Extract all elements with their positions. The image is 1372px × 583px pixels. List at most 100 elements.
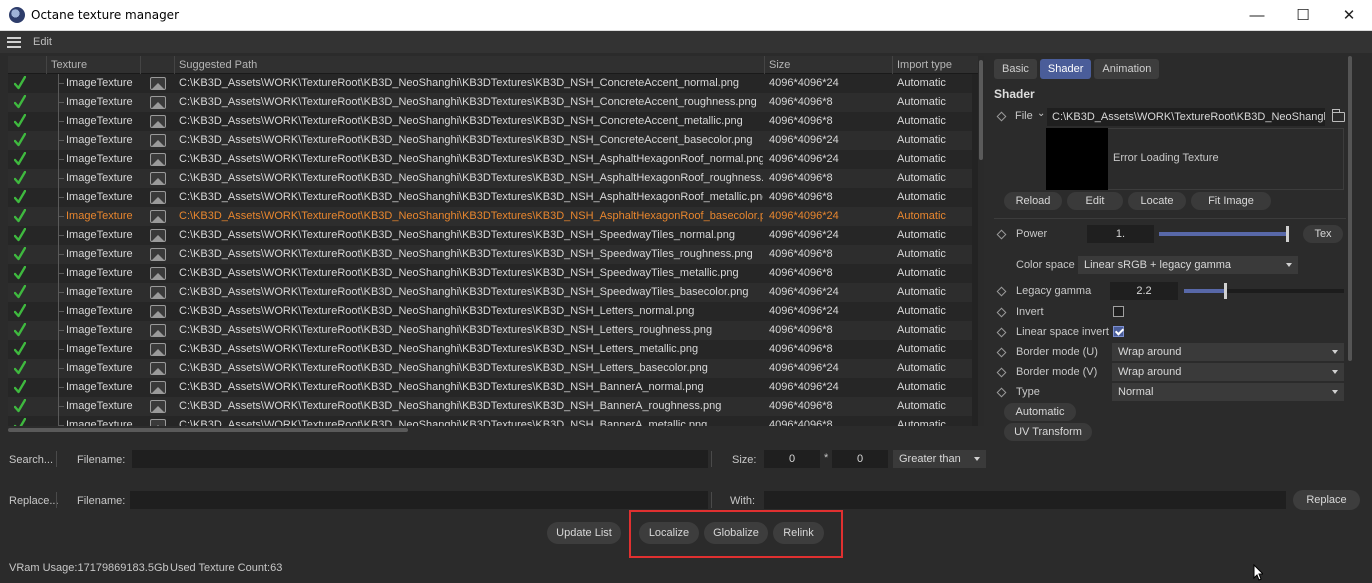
keyframe-diamond-icon[interactable] [996,387,1007,398]
table-row[interactable]: ImageTexture C:\KB3D_Assets\WORK\TextureR… [8,93,972,112]
table-row[interactable]: ImageTexture C:\KB3D_Assets\WORK\TextureR… [8,321,972,340]
table-row[interactable]: ImageTexture C:\KB3D_Assets\WORK\TextureR… [8,283,972,302]
invert-checkbox[interactable] [1113,306,1124,317]
power-slider[interactable] [1159,226,1289,242]
image-icon [150,134,166,147]
panel-scrollbar[interactable] [1348,56,1352,361]
column-header-suggested-path[interactable]: Suggested Path [174,56,766,74]
table-row[interactable]: ImageTexture C:\KB3D_Assets\WORK\TextureR… [8,245,972,264]
table-horizontal-scrollbar[interactable] [8,428,408,432]
power-slider-knob[interactable] [1286,226,1289,242]
table-row[interactable]: ImageTexture C:\KB3D_Assets\WORK\TextureR… [8,131,972,150]
border-mode-u-dropdown[interactable]: Wrap around [1112,343,1344,361]
table-row[interactable]: ImageTexture C:\KB3D_Assets\WORK\TextureR… [8,207,972,226]
suggested-path-cell: C:\KB3D_Assets\WORK\TextureRoot\KB3D_Neo… [179,210,763,222]
tab-shader[interactable]: Shader [1039,59,1092,79]
texture-name-cell: ImageTexture [66,115,133,127]
replace-with-input[interactable] [764,491,1286,509]
hamburger-menu-icon[interactable] [7,36,21,48]
folder-icon[interactable] [1332,109,1345,122]
table-vertical-scrollbar[interactable] [978,56,984,426]
image-icon [150,419,166,426]
divider [56,492,57,508]
table-row[interactable]: ImageTexture C:\KB3D_Assets\WORK\TextureR… [8,226,972,245]
legacy-gamma-slider-knob[interactable] [1224,283,1228,299]
power-input[interactable]: 1. [1087,225,1154,243]
replace-filename-input[interactable] [130,491,708,509]
size-compare-dropdown[interactable]: Greater than [893,450,986,468]
size-cell: 4096*4096*24 [769,305,839,317]
image-icon [150,400,166,413]
column-header-import-type[interactable]: Import type [892,56,978,74]
search-filename-input[interactable] [132,450,708,468]
import-type-cell: Automatic [897,267,946,279]
column-header-size[interactable]: Size [764,56,894,74]
table-row[interactable]: ImageTexture C:\KB3D_Assets\WORK\TextureR… [8,340,972,359]
table-row[interactable]: ImageTexture C:\KB3D_Assets\WORK\TextureR… [8,188,972,207]
replace-button[interactable]: Replace [1293,490,1360,510]
tab-animation[interactable]: Animation [1094,59,1160,79]
column-header-texture[interactable]: Texture [46,56,146,74]
border-mode-v-dropdown[interactable]: Wrap around [1112,363,1344,381]
file-path-field[interactable]: C:\KB3D_Assets\WORK\TextureRoot\KB3D_Neo… [1047,108,1325,126]
menu-edit[interactable]: Edit [33,36,52,48]
image-icon [150,172,166,185]
table-row[interactable]: ImageTexture C:\KB3D_Assets\WORK\TextureR… [8,264,972,283]
table-row[interactable]: ImageTexture C:\KB3D_Assets\WORK\TextureR… [8,359,972,378]
automatic-button[interactable]: Automatic [1004,403,1076,421]
close-button[interactable]: ✕ [1326,0,1372,30]
table-row[interactable]: ImageTexture C:\KB3D_Assets\WORK\TextureR… [8,74,972,93]
checkmark-icon [14,399,26,413]
texture-name-cell: ImageTexture [66,267,133,279]
texture-name-cell: ImageTexture [66,286,133,298]
reload-button[interactable]: Reload [1004,192,1062,210]
image-icon [150,267,166,280]
color-space-dropdown[interactable]: Linear sRGB + legacy gamma [1078,256,1298,274]
table-row[interactable]: ImageTexture C:\KB3D_Assets\WORK\TextureR… [8,416,972,426]
chevron-down-icon[interactable]: ⌄ [1037,108,1045,119]
legacy-gamma-slider[interactable] [1184,283,1344,299]
image-icon [150,324,166,337]
suggested-path-cell: C:\KB3D_Assets\WORK\TextureRoot\KB3D_Neo… [179,324,713,336]
table-row[interactable]: ImageTexture C:\KB3D_Assets\WORK\TextureR… [8,302,972,321]
tab-basic[interactable]: Basic [994,59,1037,79]
keyframe-diamond-icon[interactable] [996,286,1007,297]
tree-line [58,140,64,141]
keyframe-diamond-icon[interactable] [996,111,1007,122]
texture-name-cell: ImageTexture [66,153,133,165]
size-height-input[interactable]: 0 [832,450,888,468]
legacy-gamma-input[interactable]: 2.2 [1110,282,1178,300]
keyframe-diamond-icon[interactable] [996,347,1007,358]
tree-line [58,368,64,369]
size-width-input[interactable]: 0 [764,450,820,468]
keyframe-diamond-icon[interactable] [996,327,1007,338]
table-vertical-scrollbar-thumb[interactable] [979,60,983,160]
edit-button[interactable]: Edit [1067,192,1123,210]
keyframe-diamond-icon[interactable] [996,229,1007,240]
minimize-button[interactable]: — [1234,0,1280,30]
type-dropdown[interactable]: Normal [1112,383,1344,401]
update-list-button[interactable]: Update List [547,522,621,544]
color-space-label: Color space [1016,259,1075,271]
table-row[interactable]: ImageTexture C:\KB3D_Assets\WORK\TextureR… [8,397,972,416]
keyframe-diamond-icon[interactable] [996,307,1007,318]
table-row[interactable]: ImageTexture C:\KB3D_Assets\WORK\TextureR… [8,150,972,169]
tex-button[interactable]: Tex [1303,225,1343,243]
checkmark-icon [14,266,26,280]
table-row[interactable]: ImageTexture C:\KB3D_Assets\WORK\TextureR… [8,169,972,188]
locate-button[interactable]: Locate [1128,192,1186,210]
keyframe-diamond-icon[interactable] [996,367,1007,378]
maximize-button[interactable]: ☐ [1280,0,1326,30]
linear-space-invert-checkbox[interactable] [1113,326,1124,337]
size-cell: 4096*4096*8 [769,96,833,108]
texture-name-cell: ImageTexture [66,400,133,412]
uv-transform-button[interactable]: UV Transform [1004,423,1092,441]
fit-image-button[interactable]: Fit Image [1191,192,1271,210]
replace-filename-label: Filename: [77,495,126,507]
replace-with-label: With: [730,495,756,507]
column-header-preview[interactable] [140,56,174,74]
table-row[interactable]: ImageTexture C:\KB3D_Assets\WORK\TextureR… [8,112,972,131]
checkmark-icon [14,361,26,375]
suggested-path-cell: C:\KB3D_Assets\WORK\TextureRoot\KB3D_Neo… [179,172,763,184]
table-row[interactable]: ImageTexture C:\KB3D_Assets\WORK\TextureR… [8,378,972,397]
